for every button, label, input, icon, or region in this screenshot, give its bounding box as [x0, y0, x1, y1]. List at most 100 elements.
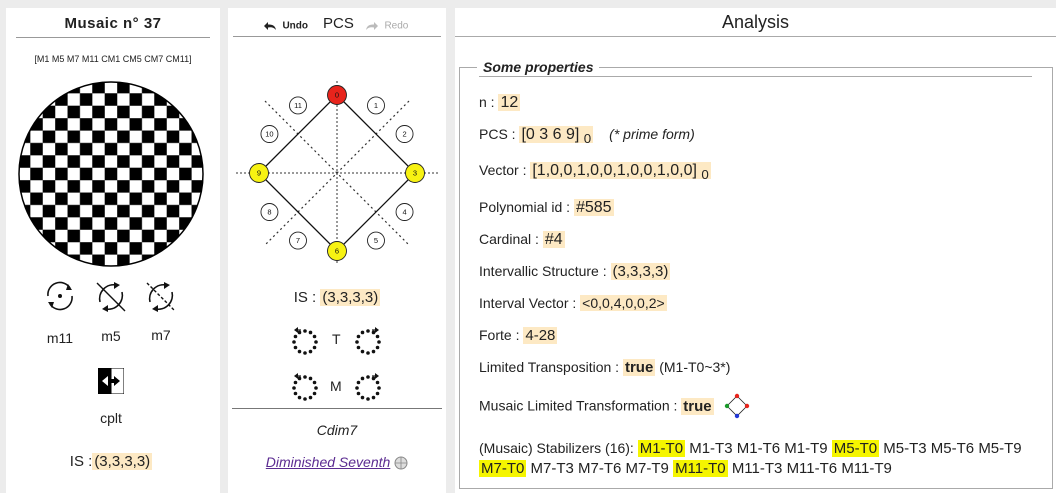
musaic-cell [166, 179, 180, 193]
musaic-cell [30, 229, 43, 243]
musaic-cell [129, 118, 143, 131]
n-label: n : [479, 94, 499, 110]
musaic-cell [141, 204, 155, 218]
musaic-panel: Musaic n° 37 [M1 M5 M7 M11 CM1 CM5 CM7 C… [6, 8, 220, 493]
undo-icon [264, 21, 276, 30]
prop-n: n : 12 [479, 94, 521, 112]
musaic-cell [178, 155, 192, 169]
musaic-cell [129, 142, 143, 156]
musaic-cell [67, 217, 81, 230]
is-label: IS : [69, 453, 93, 470]
pc-node-4[interactable]: 4 [395, 203, 414, 221]
is-value: (3,3,3,3) [92, 453, 153, 470]
pc-node-6[interactable]: 6 [327, 241, 347, 261]
multiply-left-icon[interactable] [290, 372, 320, 402]
pc-node-8[interactable]: 8 [260, 203, 279, 221]
ring-dot [312, 391, 317, 396]
lt-label: Limited Transposition : [479, 359, 623, 375]
pc-node-9[interactable]: 9 [249, 163, 269, 183]
pc-node-5[interactable]: 5 [367, 231, 385, 250]
musaic-cell [116, 155, 130, 169]
musaic-cell [42, 229, 56, 243]
pcs-clock[interactable]: 0 1 2 3 4 5 6 7 8 9 10 11 [232, 74, 442, 274]
musaic-cell [55, 142, 68, 156]
transpose-left-icon[interactable] [290, 326, 320, 356]
musaic-cell [141, 155, 155, 169]
musaic-cell [79, 179, 93, 193]
musaic-cell [55, 105, 68, 119]
stabilizer-item: M7-T0 [479, 460, 527, 477]
musaic-cell [191, 241, 203, 255]
musaic-cell [129, 204, 143, 218]
analysis-title: Analysis [721, 12, 790, 32]
musaic-grid[interactable] [18, 81, 204, 267]
complement-icon[interactable] [98, 368, 124, 394]
cross-arrows-dashed-icon[interactable] [144, 280, 178, 314]
musaic-cell [92, 167, 106, 181]
musaic-cell [178, 167, 192, 181]
pc-label: 0 [335, 91, 339, 100]
musaic-cell [92, 229, 106, 243]
musaic-cell [104, 142, 118, 156]
undo-label: Undo [282, 20, 308, 32]
musaic-cell [166, 167, 180, 181]
musaic-cell [178, 130, 192, 144]
forte-label: Forte : [479, 327, 524, 343]
lt-note: (M1-T0~3*) [655, 359, 731, 375]
ring-dot [312, 345, 317, 350]
ring-dot [366, 329, 370, 333]
poly-value: #585 [573, 199, 614, 216]
transpose-right-icon[interactable] [353, 326, 383, 356]
chord-link[interactable]: Diminished Seventh [266, 454, 391, 470]
musaic-cell [104, 254, 118, 266]
musaic-cell [42, 105, 56, 119]
n-value: 12 [498, 94, 521, 111]
musaic-cell [104, 241, 118, 255]
musaic-cell [141, 142, 155, 156]
cross-arrows-icon[interactable] [94, 280, 128, 314]
op-m11-label[interactable]: m11 [40, 330, 80, 346]
globe-icon[interactable] [394, 456, 408, 470]
musaic-cell [178, 204, 192, 218]
rotate-point-icon[interactable] [44, 280, 76, 312]
musaic-cell [166, 229, 180, 243]
transformation-diagram-icon[interactable] [722, 393, 752, 421]
musaic-cell [178, 105, 192, 119]
pc-node-7[interactable]: 7 [289, 231, 307, 250]
ring-dot [312, 380, 317, 385]
pc-node-1[interactable]: 1 [367, 96, 385, 115]
pcs-title: PCS [323, 15, 354, 32]
pcs-sub: 0 [583, 131, 592, 147]
divider [233, 36, 441, 37]
pc-node-3[interactable]: 3 [405, 163, 425, 183]
op-m7-label[interactable]: m7 [141, 327, 181, 343]
musaic-cell [55, 130, 68, 144]
ring-dot [377, 340, 381, 344]
ring-dot [303, 397, 307, 401]
musaic-cell [116, 204, 130, 218]
musaic-cell [191, 229, 203, 243]
multiply-right-icon[interactable] [353, 372, 383, 402]
musaic-cell [79, 155, 93, 169]
musaic-cell [42, 130, 56, 144]
musaic-cell [42, 167, 56, 181]
pc-node-2[interactable]: 2 [395, 125, 414, 143]
musaic-cell [141, 179, 155, 193]
undo-button[interactable]: Undo [262, 17, 308, 35]
musaic-cell [92, 204, 106, 218]
redo-button[interactable]: Redo [364, 17, 408, 35]
musaic-cell [141, 167, 155, 181]
musaic-cell [30, 254, 43, 266]
pc-node-11[interactable]: 11 [289, 96, 307, 115]
mlt-value: true [681, 397, 714, 415]
musaic-cell [154, 118, 167, 131]
pc-node-10[interactable]: 10 [260, 125, 279, 143]
musaic-cell [178, 142, 192, 156]
stabilizer-item: M7-T6 [578, 460, 622, 477]
pc-node-0[interactable]: 0 [327, 85, 347, 105]
chord-link-row: Diminished Seventh [228, 454, 446, 470]
forte-value: 4-28 [523, 327, 558, 344]
is-label: Intervallic Structure : [479, 263, 611, 279]
op-m5-label[interactable]: m5 [91, 328, 131, 344]
musaic-cell [55, 167, 68, 181]
